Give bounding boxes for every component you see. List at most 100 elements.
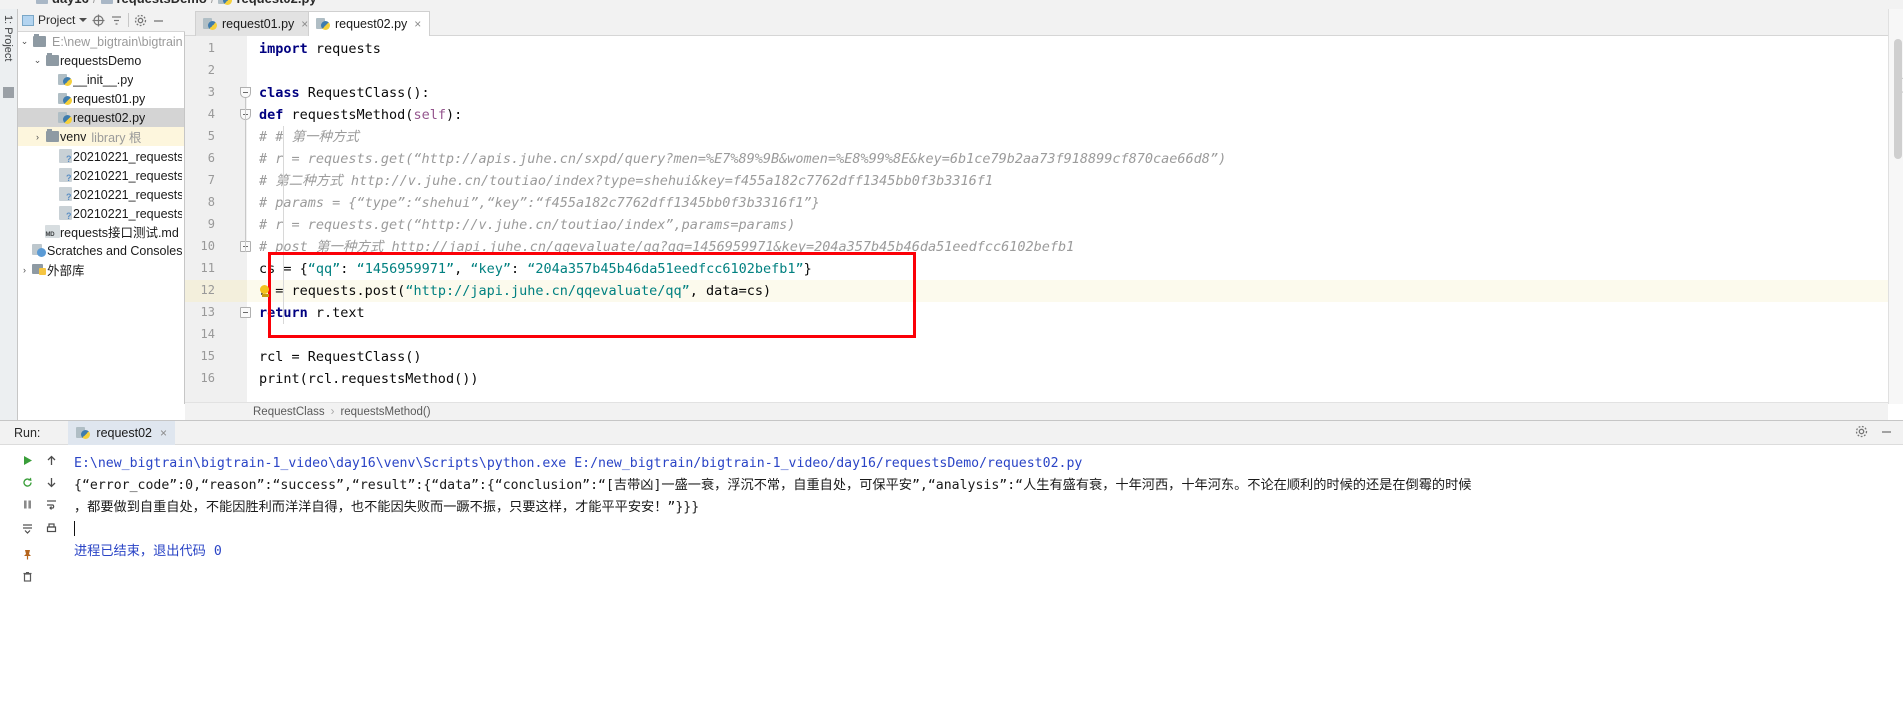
editor-tab-request02[interactable]: request02.py × <box>308 11 431 36</box>
editor-breadcrumb-class[interactable]: RequestClass <box>253 406 325 418</box>
run-tab-label: request02 <box>96 425 153 440</box>
python-file-icon <box>58 92 72 106</box>
line-number: 10 <box>200 239 215 253</box>
code-token: requestsMethod( <box>283 107 414 123</box>
run-icon[interactable] <box>18 451 36 469</box>
tree-item-2[interactable]: __init__.py <box>18 70 184 89</box>
folder-icon <box>36 0 48 4</box>
code-editor[interactable]: 1 2 3 4 5 6 7 8 9 10 11 12 13 14 15 16 import requests c… <box>185 36 1888 402</box>
tree-item-0[interactable]: ⌄day16E:\new_bigtrain\bigtrain <box>18 32 184 51</box>
up-arrow-icon[interactable] <box>42 451 60 469</box>
code-token: # post 第一种方式 http://japi.juhe.cn/qqevalu… <box>259 239 1075 255</box>
code-token: RequestClass(): <box>299 85 430 101</box>
console-exit-line: 进程已结束，退出代码 0 <box>74 544 222 559</box>
run-header: Run: request02 × <box>0 420 1903 445</box>
trash-icon[interactable] <box>18 567 36 585</box>
tree-item-7[interactable]: 20210221_requests中读取 <box>18 165 184 184</box>
editor-right-rail[interactable]: 4 ↑ 1 ⌄ <box>1888 9 1903 404</box>
project-title-label: Project <box>38 13 76 27</box>
breadcrumb-item-2[interactable]: request02.py <box>236 0 316 6</box>
chevron-right-icon[interactable]: › <box>31 132 44 142</box>
toolbar-divider <box>128 13 130 27</box>
tree-item-10[interactable]: requests接口测试.md <box>18 222 184 241</box>
code-line-5: # # 第一种方式 <box>259 126 359 148</box>
code-token: : <box>511 261 528 277</box>
editor-vertical-scrollbar[interactable] <box>1894 39 1902 159</box>
unknown-file-icon <box>58 167 72 183</box>
breadcrumb-item-1[interactable]: requestsDemo <box>117 0 207 6</box>
code-line-12: r = requests.post(“http://japi.juhe.cn/q… <box>259 280 771 302</box>
pycharm-window: day16 / requestsDemo / request02.py 1: P… <box>0 0 1903 727</box>
print-icon[interactable] <box>42 519 60 537</box>
tree-item-1[interactable]: ⌄ requestsDemo <box>18 51 184 70</box>
scroll-to-end-icon[interactable] <box>18 519 36 537</box>
line-number: 11 <box>200 261 215 275</box>
editor-tab-request01[interactable]: request01.py × <box>195 11 318 36</box>
tree-item-12[interactable]: › 外部库 <box>18 260 184 279</box>
code-token: “1456959971” <box>356 261 455 277</box>
editor-tab-bar: request01.py × request02.py × <box>185 9 1903 36</box>
line-number: 1 <box>207 41 215 55</box>
chevron-down-icon[interactable]: ⌄ <box>18 36 31 47</box>
rerun-icon[interactable] <box>18 473 36 491</box>
code-line-4: def requestsMethod(self): <box>259 104 462 126</box>
tree-item-6[interactable]: 20210221_requests中的传 <box>18 146 184 165</box>
tree-item-11[interactable]: Scratches and Consoles <box>18 241 184 260</box>
folder-icon <box>32 34 46 47</box>
console-result-line-2: ，都要做到自重自处，不能因胜利而洋洋自得，也不能因失败而一蹶不振，只要这样，才能… <box>74 500 700 515</box>
console-caret-line <box>74 519 1891 541</box>
chevron-down-icon[interactable]: ⌄ <box>31 55 44 66</box>
line-number: 16 <box>200 371 215 385</box>
structure-tool-icon[interactable] <box>3 87 14 98</box>
pause-icon[interactable] <box>18 495 36 513</box>
line-number: 9 <box>207 217 215 231</box>
close-icon[interactable]: × <box>414 17 421 31</box>
down-arrow-icon[interactable] <box>42 473 60 491</box>
window-breadcrumb: day16 / requestsDemo / request02.py <box>0 0 1903 9</box>
soft-wrap-icon[interactable] <box>42 495 60 513</box>
project-icon <box>22 14 34 26</box>
tree-item-label: request01.py <box>73 91 146 106</box>
tree-item-5[interactable]: › venv library 根 <box>18 127 184 146</box>
tree-item-label: 20210221_requests基础 <box>73 188 182 202</box>
code-token: “key” <box>470 261 512 277</box>
tree-item-4[interactable]: request02.py <box>18 108 184 127</box>
scratches-icon <box>32 243 46 258</box>
project-tree[interactable]: ⌄day16E:\new_bigtrain\bigtrain⌄requestsD… <box>18 32 184 404</box>
minimize-icon[interactable] <box>1880 425 1893 438</box>
tree-item-label: 外部库 <box>47 264 85 278</box>
folder-icon <box>100 0 113 4</box>
chevron-down-icon[interactable] <box>79 18 88 22</box>
code-token: # r = requests.get(“http://apis.juhe.cn/… <box>259 151 1227 167</box>
run-console-output[interactable]: E:\new_bigtrain\bigtrain-1_video\day16\v… <box>66 445 1903 727</box>
tool-window-button-project[interactable]: 1: Project <box>2 15 14 61</box>
collapse-all-icon[interactable] <box>110 14 123 27</box>
gear-icon[interactable] <box>1855 425 1868 438</box>
close-icon[interactable]: × <box>160 426 167 440</box>
code-token: , data=cs) <box>689 283 772 299</box>
tree-item-subtitle: library 根 <box>91 131 142 145</box>
markdown-file-icon <box>44 225 60 238</box>
code-token: requests <box>307 41 381 57</box>
tree-item-8[interactable]: 20210221_requests基础 <box>18 184 184 203</box>
code-content[interactable]: import requests class RequestClass(): def… <box>247 36 1888 402</box>
project-panel-title[interactable]: Project <box>22 13 88 27</box>
breadcrumb-item-0[interactable]: day16 <box>52 0 89 6</box>
code-line-1: import requests <box>259 38 381 60</box>
tree-item-3[interactable]: request01.py <box>18 89 184 108</box>
tree-item-9[interactable]: 20210221_requests读取例 <box>18 203 184 222</box>
editor-gutter[interactable]: 1 2 3 4 5 6 7 8 9 10 11 12 13 14 15 16 <box>185 36 251 402</box>
run-tool-window: Run: request02 × E:\new_bigtrain\bigtrai… <box>0 420 1903 727</box>
target-icon[interactable] <box>92 14 105 27</box>
chevron-right-icon[interactable]: › <box>18 265 31 275</box>
line-number: 6 <box>207 151 215 165</box>
run-tab-request02[interactable]: request02 × <box>68 420 176 445</box>
editor-breadcrumb-method[interactable]: requestsMethod() <box>340 406 430 418</box>
pin-icon[interactable] <box>18 545 36 563</box>
gear-icon[interactable] <box>134 14 147 27</box>
lightbulb-icon[interactable] <box>260 285 271 298</box>
minimize-icon[interactable] <box>152 14 165 27</box>
code-token: , <box>454 261 471 277</box>
tree-item-subtitle: E:\new_bigtrain\bigtrain <box>52 34 183 49</box>
project-toolbar: Project <box>18 9 185 32</box>
